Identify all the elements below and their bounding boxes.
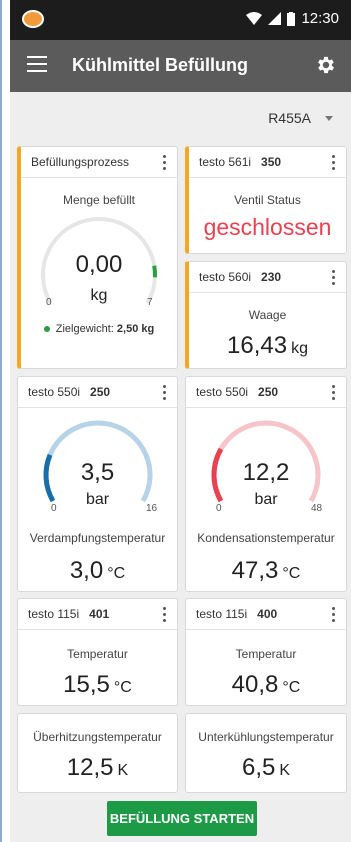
subcooling-unit: K	[279, 762, 291, 779]
amount-filled-value: 0,00	[75, 251, 123, 278]
gauge-max: 16	[146, 503, 158, 514]
superheat-label: Überhitzungstemperatur	[33, 730, 162, 744]
status-bar: 12:30	[10, 0, 351, 40]
amount-filled-label: Menge befüllt	[62, 193, 136, 207]
superheat-card[interactable]: Überhitzungstemperatur 12,5 K	[17, 713, 178, 793]
scale-unit: kg	[291, 340, 308, 357]
start-filling-button[interactable]: BEFÜLLUNG STARTEN	[107, 801, 257, 836]
card-header: testo 550i 250	[18, 377, 177, 408]
evaporation-temp-label: Verdampfungstemperatur	[29, 531, 166, 545]
superheat-reading: 12,5 K	[18, 754, 177, 782]
wifi-icon	[246, 12, 263, 25]
card-title: Befüllungsprozess	[31, 155, 130, 169]
device-serial: 230	[261, 270, 282, 284]
valve-card[interactable]: testo 561i 350 Ventil Status geschlossen	[185, 146, 347, 254]
condensation-temp-label: Kondensationstemperatur	[197, 531, 335, 545]
target-weight: Zielgewicht: 2,50 kg	[21, 323, 177, 335]
refrigerant-select[interactable]: R455A	[268, 110, 333, 126]
temperature-card-2[interactable]: testo 115i 400 Temperatur 40,8 °C	[185, 598, 347, 706]
amount-filled-unit: kg	[90, 287, 108, 304]
temperature-unit: °C	[282, 679, 301, 696]
temperature-reading: 15,5 °C	[18, 671, 177, 699]
scale-reading: 16,43 kg	[189, 332, 346, 360]
more-options-icon[interactable]	[332, 270, 336, 286]
card-header: testo 560i 230	[189, 262, 346, 293]
testo-app-icon	[22, 10, 44, 28]
target-weight-label: Zielgewicht:	[55, 323, 114, 335]
device-name: testo 561i	[199, 155, 252, 169]
card-header: testo 550i 250	[186, 377, 346, 408]
temperature-reading: 40,8 °C	[186, 671, 346, 699]
device-name: testo 550i	[28, 385, 81, 399]
evaporation-temp-value: 3,0	[69, 557, 104, 584]
more-options-icon[interactable]	[332, 607, 336, 623]
scale-label: Waage	[248, 308, 287, 322]
card-header: testo 115i 401	[18, 599, 177, 630]
status-dot-icon	[43, 326, 50, 333]
scale-value: 16,43	[227, 332, 288, 359]
temperature-label: Temperatur	[67, 647, 128, 661]
temperature-unit: °C	[113, 679, 132, 696]
chevron-down-icon	[325, 115, 333, 121]
condensation-temp-value: 47,3	[231, 557, 279, 584]
app-bar: Kühlmittel Befüllung	[10, 40, 351, 92]
device-name: testo 115i	[196, 607, 248, 621]
phone-screen: 12:30 Kühlmittel Befüllung R455A Befüllu…	[10, 0, 351, 842]
superheat-unit: K	[117, 762, 129, 779]
condensation-temp-unit: °C	[282, 565, 301, 582]
filling-process-card[interactable]: Befüllungsprozess Menge befüllt 0,00 kg …	[17, 146, 178, 369]
temperature-value: 40,8	[231, 671, 279, 698]
temperature-card-1[interactable]: testo 115i 401 Temperatur 15,5 °C	[17, 598, 178, 706]
window-edge	[0, 0, 2, 842]
high-pressure-card[interactable]: testo 550i 250 12,2 bar 0 48 Kondensatio…	[185, 376, 347, 592]
refrigerant-value: R455A	[268, 110, 311, 126]
device-name: testo 550i	[196, 385, 249, 399]
temperature-value: 15,5	[63, 671, 110, 698]
battery-icon	[287, 11, 296, 26]
device-serial: 250	[90, 385, 111, 399]
device-serial: 401	[89, 607, 110, 621]
signal-icon	[268, 12, 282, 25]
device-name: testo 560i	[199, 270, 252, 284]
status-icons: 12:30	[246, 10, 339, 27]
more-options-icon[interactable]	[163, 607, 167, 623]
more-options-icon[interactable]	[163, 385, 167, 401]
low-pressure-card[interactable]: testo 550i 250 3,5 bar 0 16 Verdampfungs…	[17, 376, 178, 592]
target-weight-value: 2,50 kg	[116, 323, 155, 335]
device-serial: 350	[261, 155, 282, 169]
refrigerant-row: R455A	[10, 92, 351, 144]
device-serial: 400	[257, 607, 278, 621]
gauge-min: 0	[46, 297, 52, 308]
device-name: testo 115i	[28, 607, 80, 621]
page-title: Kühlmittel Befüllung	[72, 55, 248, 75]
scale-card[interactable]: testo 560i 230 Waage 16,43 kg	[185, 261, 347, 369]
subcooling-card[interactable]: Unterkühlungstemperatur 6,5 K	[185, 713, 347, 793]
valve-status-value: geschlossen	[203, 214, 332, 240]
evaporation-temp-unit: °C	[107, 565, 126, 582]
gauge-max: 7	[147, 297, 153, 308]
menu-icon[interactable]	[27, 56, 47, 76]
gauge-min: 0	[51, 503, 57, 514]
gauge-max: 48	[311, 503, 323, 514]
valve-status-label: Ventil Status	[234, 193, 301, 207]
more-options-icon[interactable]	[332, 155, 336, 171]
card-header: Befüllungsprozess	[21, 147, 177, 178]
status-time: 12:30	[301, 10, 339, 27]
gauge-min: 0	[216, 503, 222, 514]
card-header: testo 561i 350	[189, 147, 346, 178]
gear-icon[interactable]	[315, 54, 337, 76]
more-options-icon[interactable]	[163, 155, 167, 171]
temperature-label: Temperatur	[235, 647, 297, 661]
evaporation-temp-reading: 3,0 °C	[18, 557, 177, 585]
device-serial: 250	[258, 385, 279, 399]
subcooling-reading: 6,5 K	[186, 754, 346, 782]
condensation-temp-reading: 47,3 °C	[186, 557, 346, 585]
more-options-icon[interactable]	[332, 385, 336, 401]
pressure-value: 3,5	[80, 459, 115, 486]
pressure-value: 12,2	[242, 459, 290, 486]
superheat-value: 12,5	[66, 754, 114, 781]
card-header: testo 115i 400	[186, 599, 346, 630]
subcooling-value: 6,5	[241, 754, 276, 781]
subcooling-label: Unterkühlungstemperatur	[198, 730, 334, 744]
